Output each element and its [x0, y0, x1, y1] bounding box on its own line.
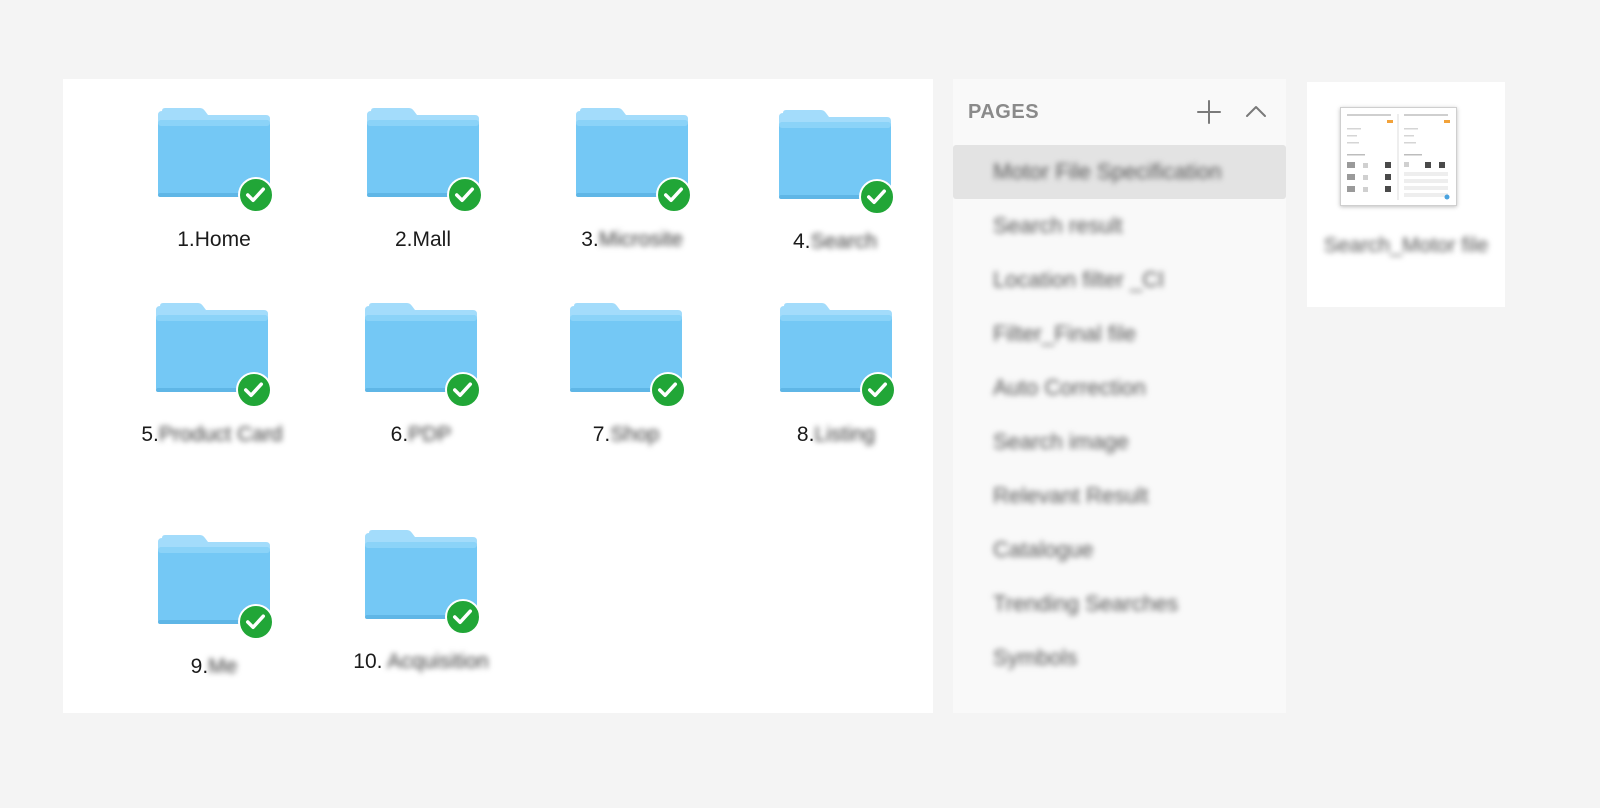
- folder-item[interactable]: 9.Me: [106, 534, 306, 704]
- synced-check-icon: [238, 177, 274, 213]
- folder-label: 9.Me: [190, 655, 238, 678]
- page-item[interactable]: Search image: [953, 415, 1286, 469]
- folder-item[interactable]: 2.Mall: [315, 107, 515, 277]
- synced-check-icon: [445, 599, 481, 635]
- page-item[interactable]: Auto Correction: [953, 361, 1286, 415]
- synced-check-icon: [238, 604, 274, 640]
- folder-grid: 1.Home 2.Mall 3.Microsite 4.Search 5.Pro…: [63, 79, 933, 713]
- collapse-pages-button[interactable]: [1240, 96, 1272, 128]
- page-item[interactable]: Symbols: [953, 631, 1286, 685]
- file-thumbnail-card[interactable]: Search_Motor file: [1307, 82, 1505, 307]
- chevron-up-icon: [1246, 106, 1266, 117]
- synced-check-icon: [860, 372, 896, 408]
- synced-check-icon: [650, 372, 686, 408]
- folder-label: 8.Listing: [796, 423, 876, 446]
- pages-title: PAGES: [968, 101, 1040, 123]
- page-item-selected[interactable]: Motor File Specification: [953, 145, 1286, 199]
- synced-check-icon: [447, 177, 483, 213]
- folder-item[interactable]: 1.Home: [106, 107, 306, 277]
- folder-item[interactable]: 10. Acquisition: [313, 529, 513, 699]
- page-item[interactable]: Relevant Result: [953, 469, 1286, 523]
- folder-label: 1.Home: [177, 228, 251, 251]
- synced-check-icon: [236, 372, 272, 408]
- page-item[interactable]: Catalogue: [953, 523, 1286, 577]
- file-name-label: Search_Motor file: [1323, 234, 1489, 257]
- page-item[interactable]: Search result: [953, 199, 1286, 253]
- file-preview-thumbnail: [1340, 107, 1457, 206]
- plus-icon: [1197, 100, 1221, 124]
- folder-label: 2.Mall: [394, 228, 452, 251]
- add-page-button[interactable]: [1193, 96, 1225, 128]
- folder-label: 6.PDP: [390, 423, 452, 446]
- synced-check-icon: [859, 179, 895, 215]
- page-list: Motor File Specification Search result L…: [953, 145, 1286, 685]
- folder-label: 7.Shop: [592, 423, 660, 446]
- folder-item[interactable]: 7.Shop: [518, 302, 718, 472]
- synced-check-icon: [445, 372, 481, 408]
- synced-check-icon: [656, 177, 692, 213]
- folder-label: 3.Microsite: [581, 228, 683, 251]
- folder-label: 5.Product Card: [141, 423, 283, 446]
- pages-panel: PAGES Motor File Specification Search re…: [953, 79, 1286, 713]
- folder-item[interactable]: 3.Microsite: [524, 107, 724, 277]
- folder-item[interactable]: 5.Product Card: [104, 302, 304, 472]
- folder-item[interactable]: 8.Listing: [728, 302, 928, 472]
- page-item[interactable]: Trending Searches: [953, 577, 1286, 631]
- folder-label: 10. Acquisition: [353, 650, 489, 673]
- page-item[interactable]: Location filter _CI: [953, 253, 1286, 307]
- page-item[interactable]: Filter_Final file: [953, 307, 1286, 361]
- folder-item[interactable]: 4.Search: [727, 109, 927, 279]
- folder-item[interactable]: 6.PDP: [313, 302, 513, 472]
- folder-label: 4.Search: [792, 230, 878, 253]
